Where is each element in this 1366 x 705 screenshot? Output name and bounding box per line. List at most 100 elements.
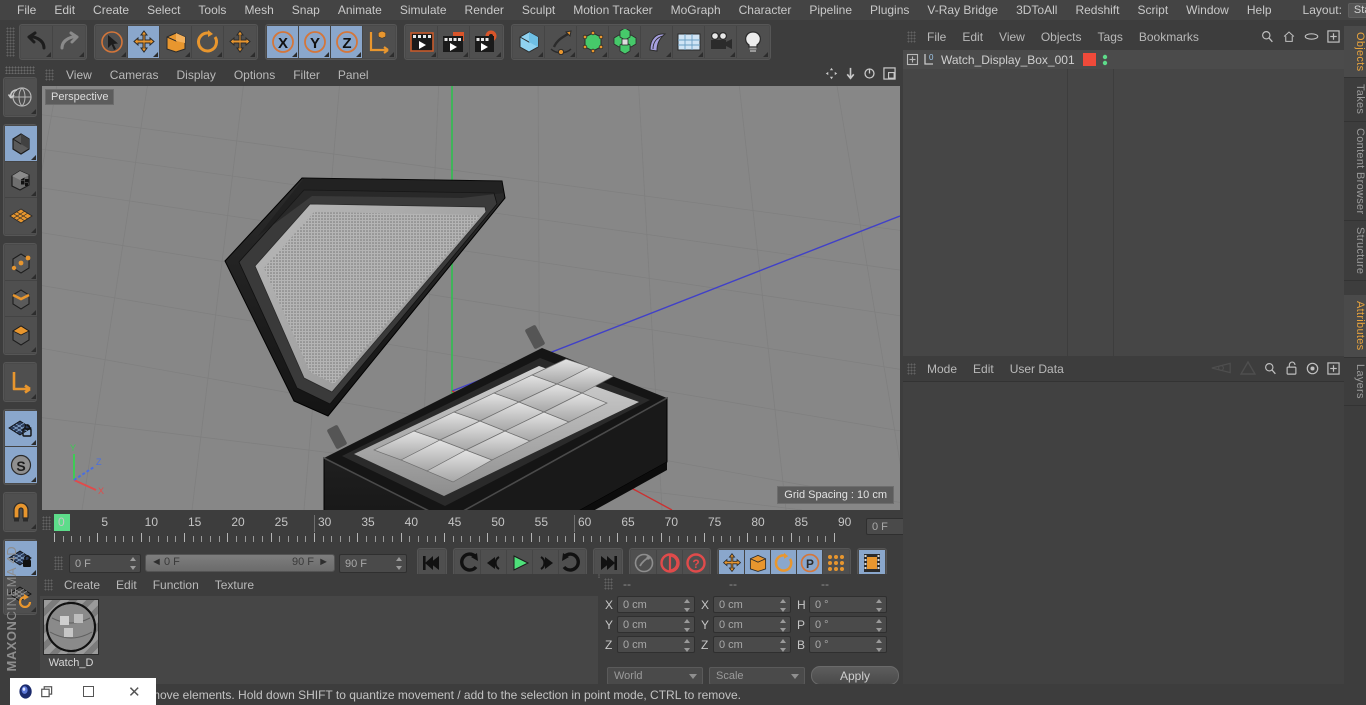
texture-mode-button[interactable] <box>5 162 37 198</box>
menu-item-redshift[interactable]: Redshift <box>1066 0 1128 20</box>
render-settings-button[interactable] <box>470 26 502 58</box>
material-tag-icon[interactable] <box>1082 53 1096 66</box>
pan-view-icon[interactable] <box>825 67 838 80</box>
attributes-menu-mode[interactable]: Mode <box>919 362 965 376</box>
expand-node-icon[interactable] <box>906 53 919 66</box>
polygon-grid-button[interactable] <box>5 198 37 234</box>
render-view-button[interactable] <box>406 26 438 58</box>
apply-button[interactable]: Apply <box>811 666 899 685</box>
edge-mode-button[interactable] <box>5 281 37 317</box>
objects-menu-tags[interactable]: Tags <box>1090 30 1131 44</box>
soft-selection-button[interactable]: S <box>5 447 37 483</box>
coordinate-system-select[interactable]: World <box>607 666 703 685</box>
timeline-ruler[interactable]: 0 5 10 15 20 25 30 35 40 45 50 55 60 65 70 75 80 85 90 <box>54 514 851 546</box>
axis-modify-button[interactable] <box>5 364 37 400</box>
stepper-icon[interactable] <box>684 599 691 612</box>
expand-icon[interactable] <box>1327 361 1340 375</box>
menu-item-v-ray-bridge[interactable]: V-Ray Bridge <box>918 0 1007 20</box>
magnet-button[interactable] <box>5 494 37 530</box>
stepper-icon[interactable] <box>780 599 787 612</box>
keyframe-selection-button[interactable]: ? <box>683 550 709 576</box>
menu-item-mograph[interactable]: MoGraph <box>662 0 730 20</box>
nurbs-button[interactable] <box>577 26 609 58</box>
dock-tab-layers[interactable]: Layers <box>1344 357 1366 406</box>
z-axis-button[interactable]: Z <box>331 26 363 58</box>
range-left-arrow-icon[interactable]: ◄ <box>151 556 162 568</box>
menu-item-mesh[interactable]: Mesh <box>235 0 282 20</box>
attributes-menu-edit[interactable]: Edit <box>965 362 1002 376</box>
menu-item-script[interactable]: Script <box>1128 0 1177 20</box>
transport-grip[interactable] <box>54 556 63 570</box>
expand-icon[interactable] <box>1327 30 1340 43</box>
dock-tab-content-browser[interactable]: Content Browser <box>1344 121 1366 222</box>
menu-item-motion-tracker[interactable]: Motion Tracker <box>564 0 661 20</box>
live-selection-button[interactable] <box>96 26 128 58</box>
rotate-view-icon[interactable] <box>863 67 876 80</box>
undo-button[interactable] <box>21 26 53 58</box>
menu-item-sculpt[interactable]: Sculpt <box>513 0 564 20</box>
range-right-arrow-icon[interactable]: ► <box>318 556 329 568</box>
menu-item-edit[interactable]: Edit <box>45 0 84 20</box>
c4d-logo-icon[interactable] <box>18 683 35 700</box>
record-key-button[interactable] <box>631 550 657 576</box>
material-swatch[interactable] <box>43 599 99 655</box>
stepper-icon[interactable] <box>684 639 691 652</box>
objects-menu-file[interactable]: File <box>919 30 954 44</box>
search-icon[interactable] <box>1261 30 1274 43</box>
material-menu-function[interactable]: Function <box>145 578 207 592</box>
layout-select[interactable]: Startup <box>1347 2 1366 18</box>
objects-menu-objects[interactable]: Objects <box>1033 30 1090 44</box>
redo-button[interactable] <box>53 26 85 58</box>
menu-item-window[interactable]: Window <box>1177 0 1238 20</box>
objects-menu-view[interactable]: View <box>991 30 1033 44</box>
next-key-button[interactable] <box>559 550 585 576</box>
step-forward-button[interactable] <box>533 550 559 576</box>
model-mode-button[interactable] <box>5 126 37 162</box>
scale-button[interactable] <box>160 26 192 58</box>
coordinate-pos-field[interactable]: 0 cm <box>617 616 695 633</box>
material-list[interactable]: Watch_D <box>40 596 598 684</box>
visibility-dots-icon[interactable] <box>1102 53 1108 67</box>
mograph-cloner-button[interactable] <box>609 26 641 58</box>
coordinate-size-field[interactable]: 0 cm <box>713 596 791 613</box>
menu-item-animate[interactable]: Animate <box>329 0 391 20</box>
menu-item-render[interactable]: Render <box>456 0 513 20</box>
dolly-view-icon[interactable] <box>845 67 856 80</box>
dock-tab-takes[interactable]: Takes <box>1344 78 1366 122</box>
viewport-menu-grip[interactable] <box>45 69 54 81</box>
pen-spline-button[interactable] <box>545 26 577 58</box>
maximize-view-icon[interactable] <box>883 67 896 80</box>
stepper-icon[interactable] <box>876 619 883 632</box>
menu-item-help[interactable]: Help <box>1238 0 1281 20</box>
attributes-content[interactable] <box>903 381 1344 684</box>
record-position-button[interactable] <box>719 550 745 576</box>
eye-icon[interactable] <box>1304 32 1319 41</box>
stepper-icon[interactable] <box>780 639 787 652</box>
go-to-end-button[interactable] <box>595 550 621 576</box>
viewport-menu-options[interactable]: Options <box>225 68 284 82</box>
coordinate-pos-field[interactable]: 0 cm <box>617 636 695 653</box>
coordinate-rot-field[interactable]: 0 ° <box>809 596 887 613</box>
viewport-menu-display[interactable]: Display <box>167 68 224 82</box>
viewport-menu-cameras[interactable]: Cameras <box>101 68 168 82</box>
close-window-icon[interactable]: ✕ <box>128 683 141 701</box>
coordinates-grip[interactable] <box>604 578 613 590</box>
play-button[interactable] <box>507 550 533 576</box>
home-icon[interactable] <box>1282 30 1296 43</box>
undo-view-button[interactable] <box>5 79 37 115</box>
viewport-menu-panel[interactable]: Panel <box>329 68 378 82</box>
perspective-viewport[interactable]: Perspective Grid Spacing : 10 cm Y X Z <box>42 86 900 510</box>
viewport-menu-view[interactable]: View <box>57 68 101 82</box>
attributes-menu-user-data[interactable]: User Data <box>1002 362 1072 376</box>
rotate-button[interactable] <box>192 26 224 58</box>
max-frame-field[interactable]: 90 F <box>339 553 407 573</box>
size-mode-select[interactable]: Scale <box>709 666 805 685</box>
coordinate-size-field[interactable]: 0 cm <box>713 616 791 633</box>
dock-tab-attributes[interactable]: Attributes <box>1344 295 1366 358</box>
menu-item-create[interactable]: Create <box>84 0 138 20</box>
step-back-button[interactable] <box>481 550 507 576</box>
record-pla-button[interactable] <box>823 550 849 576</box>
cube-primitive-button[interactable] <box>513 26 545 58</box>
attributes-grip[interactable] <box>907 363 916 375</box>
objects-menu-edit[interactable]: Edit <box>954 30 991 44</box>
